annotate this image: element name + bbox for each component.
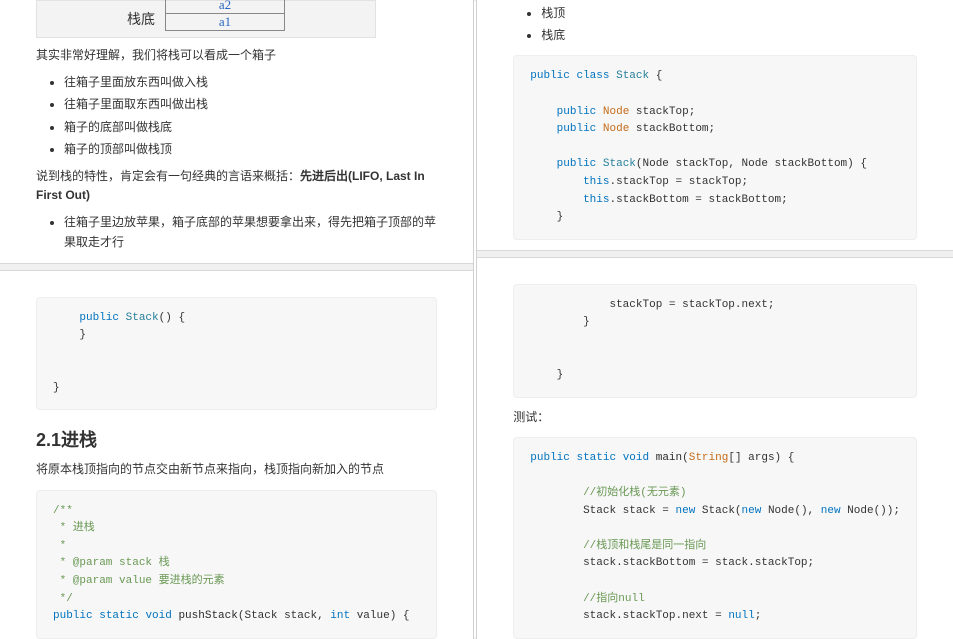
- code-block-test-main: public static void main(String[] args) {…: [513, 437, 917, 639]
- trait-prefix: 说到栈的特性，肯定会有一句经典的言语来概括：: [36, 169, 300, 183]
- push-description: 将原本栈顶指向的节点交由新节点来指向，栈顶指向新加入的节点: [36, 460, 437, 479]
- page-divider: [477, 250, 953, 258]
- intro-paragraph: 其实非常好理解，我们将栈可以看成一个箱子: [36, 46, 437, 65]
- code-block-pop-fragment: stackTop = stackTop.next; } }: [513, 284, 917, 398]
- test-label: 测试：: [513, 408, 917, 427]
- trait-paragraph: 说到栈的特性，肯定会有一句经典的言语来概括：先进后出(LIFO, Last In…: [36, 167, 437, 205]
- list-item: 往箱子里面取东西叫做出栈: [64, 95, 437, 114]
- stack-cell-a1: a1: [166, 13, 284, 30]
- apple-example-list: 往箱子里边放苹果，箱子底部的苹果想要拿出来，得先把箱子顶部的苹果取走才行: [36, 213, 437, 251]
- top-bottom-list: 栈顶 栈底: [513, 4, 917, 45]
- list-item: 往箱子里面放东西叫做入栈: [64, 73, 437, 92]
- stack-bottom-label: 栈底: [127, 9, 155, 29]
- page-divider: [0, 263, 473, 271]
- list-item: 栈顶: [541, 4, 917, 23]
- code-block-push: /** * 进栈 * * @param stack 栈 * @param val…: [36, 490, 437, 639]
- list-item: 箱子的顶部叫做栈顶: [64, 140, 437, 159]
- box-analogy-list: 往箱子里面放东西叫做入栈 往箱子里面取东西叫做出栈 箱子的底部叫做栈底 箱子的顶…: [36, 73, 437, 159]
- list-item: 箱子的底部叫做栈底: [64, 118, 437, 137]
- code-block-stack-class: public class Stack { public Node stackTo…: [513, 55, 917, 239]
- list-item: 往箱子里边放苹果，箱子底部的苹果想要拿出来，得先把箱子顶部的苹果取走才行: [64, 213, 437, 251]
- code-block-stack-ctor: public Stack() { } }: [36, 297, 437, 411]
- list-item: 栈底: [541, 26, 917, 45]
- section-heading-push: 2.1进栈: [36, 426, 437, 452]
- stack-cell-a2: a2: [166, 0, 284, 13]
- stack-diagram: 栈底 a2 a1: [36, 0, 376, 38]
